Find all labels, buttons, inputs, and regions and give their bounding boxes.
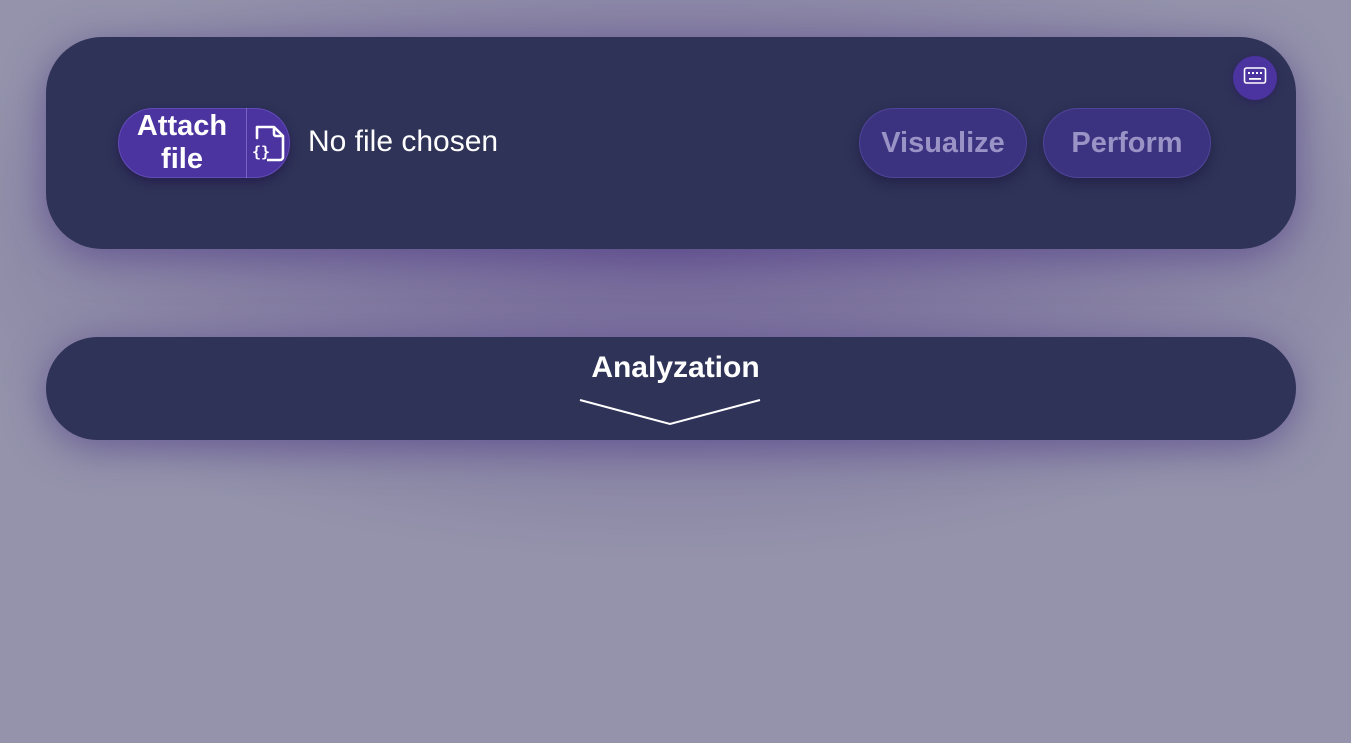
attach-file-button[interactable]: Attach file {} (118, 108, 290, 178)
file-status-text: No file chosen (308, 125, 499, 158)
attach-file-label: Attach file (118, 110, 246, 176)
keyboard-shortcuts-button[interactable] (1233, 56, 1277, 100)
attach-label-line1: Attach (136, 110, 228, 142)
visualize-button[interactable]: Visualize (859, 108, 1027, 178)
chevron-down-icon[interactable] (578, 396, 762, 431)
attach-label-line2: file (161, 143, 203, 175)
analysis-title: Analyzation (591, 351, 760, 384)
svg-text:{}: {} (252, 143, 270, 161)
perform-button[interactable]: Perform (1043, 108, 1211, 178)
keyboard-icon (1243, 66, 1267, 91)
file-code-icon: {} (247, 124, 290, 162)
